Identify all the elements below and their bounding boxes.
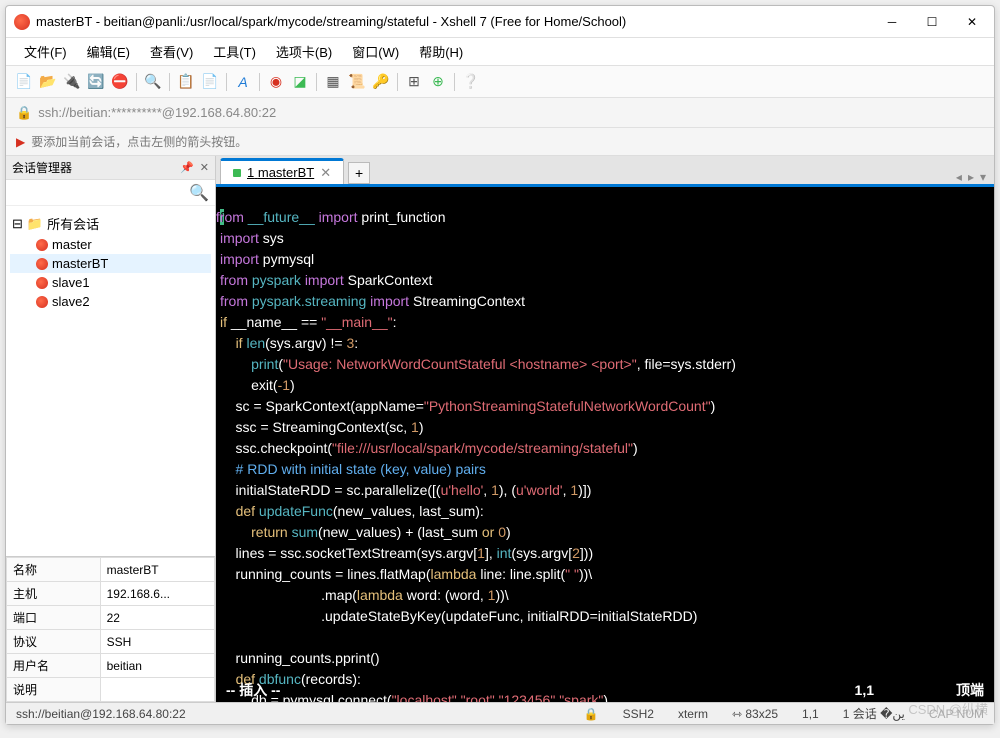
addressbar[interactable]: 🔒 ssh://beitian:**********@192.168.64.80…	[6, 98, 994, 128]
search-icon[interactable]: 🔍	[143, 72, 163, 92]
tab-menu-icon[interactable]: ▾	[980, 170, 986, 184]
panel-close-icon[interactable]: ✕	[200, 161, 209, 174]
xshell-icon[interactable]: ◉	[266, 72, 286, 92]
tab-next-icon[interactable]: ▸	[968, 170, 974, 184]
tab-status-icon	[233, 169, 241, 177]
toolbar: 📄 📂 🔌 🔄 ⛔ 🔍 📋 📄 A ◉ ◪ ▦ 📜 🔑 ⊞ ⊕ ❔	[6, 66, 994, 98]
menu-help[interactable]: 帮助(H)	[411, 40, 471, 63]
statusbar: ssh://beitian@192.168.64.80:22 🔒 SSH2 xt…	[6, 702, 994, 724]
status-proto: SSH2	[623, 707, 654, 721]
tab-close-icon[interactable]: ✕	[320, 165, 331, 181]
xftp-icon[interactable]: ◪	[290, 72, 310, 92]
session-icon	[36, 277, 48, 289]
session-tree[interactable]: ⊟ 📁 所有会话 master masterBT slave1 slave2	[6, 206, 215, 556]
sidebar-search-icon[interactable]: 🔍	[189, 183, 209, 203]
paste-icon[interactable]: 📄	[200, 72, 220, 92]
reconnect-icon[interactable]: 🔄	[86, 72, 106, 92]
watermark: CSDN @纵横	[908, 699, 988, 718]
script-icon[interactable]: 📜	[347, 72, 367, 92]
connect-icon[interactable]: 🔌	[62, 72, 82, 92]
menu-view[interactable]: 查看(V)	[142, 40, 201, 63]
flag-icon: ▶	[16, 135, 25, 149]
copy-icon[interactable]: 📋	[176, 72, 196, 92]
prop-desc-label: 说明	[7, 678, 101, 702]
layout-icon[interactable]: ⊞	[404, 72, 424, 92]
window-title: masterBT - beitian@panli:/usr/local/spar…	[36, 14, 626, 29]
terminal[interactable]: ffrom __future__ import print_function i…	[216, 184, 994, 702]
panel-title: 会话管理器	[12, 159, 72, 176]
prop-proto-label: 协议	[7, 630, 101, 654]
help-icon[interactable]: ❔	[461, 72, 481, 92]
font-icon[interactable]: A	[233, 72, 253, 92]
tab-prev-icon[interactable]: ◂	[956, 170, 962, 184]
lock-icon: 🔒	[16, 105, 32, 121]
status-size: ⇿ 83x25	[732, 707, 778, 721]
prop-host-label: 主机	[7, 582, 101, 606]
tab-add-button[interactable]: +	[348, 162, 370, 184]
maximize-button[interactable]: ☐	[918, 12, 946, 32]
prop-name-label: 名称	[7, 558, 101, 582]
pin-icon[interactable]: 📌	[180, 161, 194, 174]
menu-tab[interactable]: 选项卡(B)	[268, 40, 340, 63]
status-sessions: 1 会话 �ين	[843, 705, 905, 722]
key-icon[interactable]: 🔑	[371, 72, 391, 92]
status-term: xterm	[678, 707, 708, 721]
titlebar: masterBT - beitian@panli:/usr/local/spar…	[6, 6, 994, 38]
session-icon	[36, 296, 48, 308]
prop-port-label: 端口	[7, 606, 101, 630]
status-lock-icon: 🔒	[584, 707, 599, 721]
app-icon	[14, 14, 30, 30]
prop-user-label: 用户名	[7, 654, 101, 678]
open-icon[interactable]: 📂	[38, 72, 58, 92]
session-icon	[36, 258, 48, 270]
disconnect-icon[interactable]: ⛔	[110, 72, 130, 92]
vim-status: -- 插入 -- 1,1 顶端	[216, 681, 994, 700]
folder-icon: 📁	[27, 216, 43, 232]
tab-masterbt[interactable]: 1 masterBT ✕	[220, 158, 344, 184]
session-slave2[interactable]: slave2	[10, 292, 211, 311]
menu-edit[interactable]: 编辑(E)	[79, 40, 138, 63]
tab-bar: 1 masterBT ✕ + ◂ ▸ ▾	[216, 156, 994, 184]
status-cursor: 1,1	[802, 707, 819, 721]
hint-text: 要添加当前会话，点击左侧的箭头按钮。	[31, 133, 247, 150]
session-slave1[interactable]: slave1	[10, 273, 211, 292]
close-button[interactable]: ✕	[958, 12, 986, 32]
session-icon	[36, 239, 48, 251]
session-masterbt[interactable]: masterBT	[10, 254, 211, 273]
session-properties: 名称masterBT 主机192.168.6... 端口22 协议SSH 用户名…	[6, 556, 215, 702]
menu-file[interactable]: 文件(F)	[16, 40, 75, 63]
misc-icon[interactable]: ▦	[323, 72, 343, 92]
tree-root[interactable]: ⊟ 📁 所有会话	[10, 212, 211, 235]
hint-bar: ▶ 要添加当前会话，点击左侧的箭头按钮。	[6, 128, 994, 156]
add-icon[interactable]: ⊕	[428, 72, 448, 92]
menu-window[interactable]: 窗口(W)	[344, 40, 407, 63]
session-master[interactable]: master	[10, 235, 211, 254]
new-session-icon[interactable]: 📄	[14, 72, 34, 92]
session-sidebar: 会话管理器 📌 ✕ 🔍 ⊟ 📁 所有会话 master masterBT sla…	[6, 156, 216, 702]
minimize-button[interactable]: ─	[878, 12, 906, 32]
address-text: ssh://beitian:**********@192.168.64.80:2…	[38, 105, 276, 120]
menubar: 文件(F) 编辑(E) 查看(V) 工具(T) 选项卡(B) 窗口(W) 帮助(…	[6, 38, 994, 66]
status-address: ssh://beitian@192.168.64.80:22	[16, 707, 186, 721]
expand-icon[interactable]: ⊟	[12, 216, 23, 232]
menu-tools[interactable]: 工具(T)	[205, 40, 264, 63]
